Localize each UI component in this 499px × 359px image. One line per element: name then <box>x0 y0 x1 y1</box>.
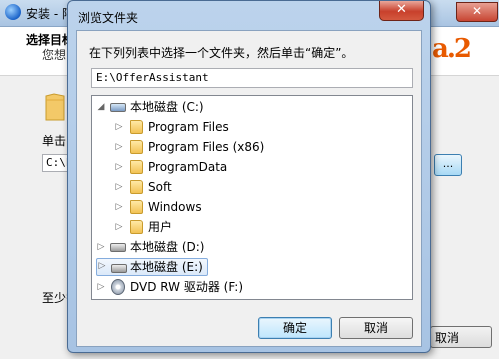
hard-drive-icon <box>110 243 126 252</box>
installer-cancel-button[interactable]: 取消 <box>430 326 492 348</box>
dialog-body: 在下列列表中选择一个文件夹，然后单击“确定”。 E:\OfferAssistan… <box>76 30 422 347</box>
tree-item-soft[interactable]: ▷ Soft <box>114 178 314 196</box>
expand-icon[interactable]: ▷ <box>114 138 124 156</box>
folder-icon <box>130 160 143 174</box>
tree-item-drive-d[interactable]: ▷ 本地磁盘 (D:) <box>96 238 296 256</box>
dvd-drive-icon <box>111 279 125 295</box>
tree-item-label: ProgramData <box>148 160 228 174</box>
tree-item-windows[interactable]: ▷ Windows <box>114 198 314 216</box>
dialog-close-button[interactable]: ✕ <box>379 1 424 21</box>
tree-item-program-files-x86[interactable]: ▷ Program Files (x86) <box>114 138 314 156</box>
hard-drive-icon <box>111 264 127 273</box>
tree-item-drive-e[interactable]: ▷ 本地磁盘 (E:) <box>96 258 208 276</box>
expand-icon[interactable]: ▷ <box>97 258 107 276</box>
tree-item-label: 本地磁盘 (D:) <box>130 240 205 254</box>
ok-button[interactable]: 确定 <box>258 317 332 339</box>
tree-item-label: Soft <box>148 180 172 194</box>
tree-item-label: 本地磁盘 (C:) <box>130 100 204 114</box>
expand-icon[interactable]: ▷ <box>114 218 124 236</box>
tree-item-label: Program Files <box>148 120 229 134</box>
cancel-button[interactable]: 取消 <box>339 317 413 339</box>
installer-subheading: 您想 <box>42 48 67 62</box>
tree-item-drive-c[interactable]: ◢ 本地磁盘 (C:) <box>96 98 276 116</box>
tree-item-label: DVD RW 驱动器 (F:) <box>130 280 244 294</box>
folder-path-field[interactable]: E:\OfferAssistant <box>91 68 413 88</box>
tree-item-drive-f[interactable]: ▷ DVD RW 驱动器 (F:) <box>96 278 296 296</box>
browse-folder-dialog: 浏览文件夹 ✕ 在下列列表中选择一个文件夹，然后单击“确定”。 E:\Offer… <box>67 0 431 353</box>
folder-icon <box>130 220 143 234</box>
folder-icon <box>130 200 143 214</box>
tree-item-programdata[interactable]: ▷ ProgramData <box>114 158 314 176</box>
tree-item-label: Program Files (x86) <box>148 140 265 154</box>
expand-icon[interactable]: ▷ <box>114 118 124 136</box>
tree-item-users[interactable]: ▷ 用户 <box>114 218 314 236</box>
expand-icon[interactable]: ▷ <box>114 158 124 176</box>
browse-button[interactable]: ... <box>434 154 462 176</box>
brand-logo: a.2 <box>432 34 472 64</box>
installer-hint: 单击 <box>42 134 67 148</box>
expand-icon[interactable]: ▷ <box>114 198 124 216</box>
collapse-icon[interactable]: ◢ <box>96 98 106 116</box>
folder-tree[interactable]: ◢ 本地磁盘 (C:) ▷ Program Files ▷ Program Fi… <box>91 95 413 300</box>
dialog-prompt: 在下列列表中选择一个文件夹，然后单击“确定”。 <box>89 46 354 60</box>
expand-icon[interactable]: ▷ <box>96 278 106 296</box>
folder-icon <box>45 93 65 121</box>
tree-item-program-files[interactable]: ▷ Program Files <box>114 118 314 136</box>
tree-item-label: 用户 <box>148 220 173 234</box>
tree-item-label: Windows <box>148 200 202 214</box>
installer-close-button[interactable]: ✕ <box>456 2 498 22</box>
folder-icon <box>130 140 143 154</box>
expand-icon[interactable]: ▷ <box>96 238 106 256</box>
folder-icon <box>130 180 143 194</box>
tree-item-label: 本地磁盘 (E:) <box>130 260 203 274</box>
installer-app-icon <box>5 4 21 20</box>
hard-drive-icon <box>110 103 126 112</box>
dialog-title: 浏览文件夹 <box>78 11 139 25</box>
expand-icon[interactable]: ▷ <box>114 178 124 196</box>
folder-icon <box>130 120 143 134</box>
